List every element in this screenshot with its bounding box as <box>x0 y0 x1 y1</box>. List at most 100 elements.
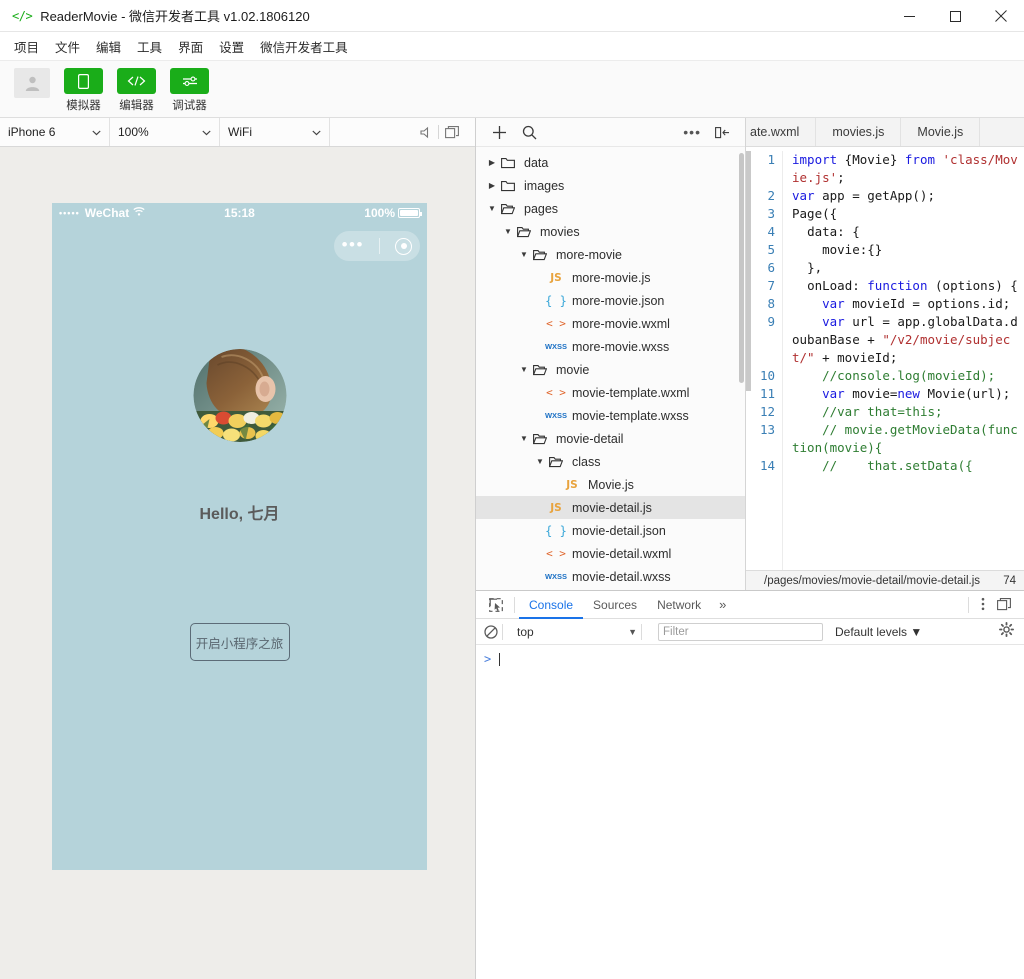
clear-console-icon[interactable] <box>484 624 498 639</box>
user-photo-avatar <box>193 349 286 442</box>
chevron-down-icon[interactable]: ▼ <box>518 434 530 443</box>
code-line: //console.log(movieId); <box>822 368 996 383</box>
tab-sources[interactable]: Sources <box>583 591 647 619</box>
window-controls <box>886 0 1024 32</box>
editor-tab-bar[interactable]: ate.wxml movies.js Movie.js <box>746 118 1024 147</box>
code-line: // that.setData({ <box>822 458 973 473</box>
close-icon[interactable] <box>978 0 1024 32</box>
code-line: movie:{} <box>792 242 883 257</box>
console-filter-input[interactable]: Filter <box>658 622 823 641</box>
tree-item-label: movies <box>540 224 580 239</box>
devtools-tab-bar: Console Sources Network » <box>476 591 1024 619</box>
tree-file-row[interactable]: ▶JSmore-movie.js <box>476 266 745 289</box>
js-file-icon: JS <box>550 501 562 514</box>
editor-tab[interactable]: movies.js <box>816 118 902 146</box>
code-line: onLoad: function (options) { <box>792 278 1018 293</box>
tab-network[interactable]: Network <box>647 591 711 619</box>
tree-folder-row[interactable]: ▶ images <box>476 174 745 197</box>
search-icon[interactable] <box>514 125 544 140</box>
tree-file-row[interactable]: ▶< >movie-template.wxml <box>476 381 745 404</box>
collapse-panel-icon[interactable] <box>707 126 737 139</box>
detach-window-icon[interactable] <box>439 125 465 139</box>
inspect-element-icon[interactable] <box>482 597 510 612</box>
tree-folder-row[interactable]: ▼ pages <box>476 197 745 220</box>
code-editor-pane: ate.wxml movies.js Movie.js 1 2 3 4 5 6 7 8 9 10 11 1… <box>746 118 1024 590</box>
kebab-menu-icon[interactable] <box>973 597 993 613</box>
wechat-capsule-buttons[interactable]: ••• <box>334 231 420 261</box>
tree-file-row[interactable]: ▶WXSSmovie-template.wxss <box>476 404 745 427</box>
toolbar-simulator-toggle[interactable]: 模拟器 <box>64 68 103 113</box>
file-tree-scrollbar[interactable] <box>739 153 744 383</box>
gear-icon[interactable] <box>998 621 1015 642</box>
speaker-icon[interactable] <box>412 126 438 139</box>
folder-closed-icon <box>498 157 518 169</box>
code-area[interactable]: 1 2 3 4 5 6 7 8 9 10 11 12 13 14 import {Movie} from … <box>746 147 1024 570</box>
tree-folder-row[interactable]: ▼ movie-detail <box>476 427 745 450</box>
maximize-icon[interactable] <box>932 0 978 32</box>
tree-file-row[interactable]: ▶WXSSmovie-detail.wxss <box>476 565 745 588</box>
devtools-panel: Console Sources Network » top ▼ Filter D… <box>476 590 1024 979</box>
tab-console[interactable]: Console <box>519 591 583 619</box>
tree-file-row[interactable]: ▶< >more-movie.wxml <box>476 312 745 335</box>
folder-open-icon <box>514 226 534 238</box>
devtools-overflow-icon[interactable]: » <box>711 597 734 612</box>
sliders-icon <box>170 68 209 94</box>
code-content[interactable]: import {Movie} from 'class/Movie.js'; var… <box>782 151 1024 570</box>
chevron-down-icon[interactable]: ▼ <box>502 227 514 236</box>
tree-folder-row[interactable]: ▼ movie <box>476 358 745 381</box>
simulator-stage: ••••• WeChat 15:18 100% ••• Hello, 七月 开启… <box>0 147 475 979</box>
file-tree[interactable]: ▶data▶images▼pages▼movies▼more-movie▶JSm… <box>476 147 745 590</box>
main-body: iPhone 6 100% WiFi ••••• WeChat 15:18 10… <box>0 118 1024 979</box>
tree-file-row[interactable]: ▶JSmovie-detail.js <box>476 496 745 519</box>
network-select[interactable]: WiFi <box>220 118 330 146</box>
tree-file-row[interactable]: ▶{ }movie-detail.json <box>476 519 745 542</box>
editor-tab[interactable]: Movie.js <box>901 118 981 146</box>
dock-panel-icon[interactable] <box>993 598 1016 611</box>
target-circle-icon[interactable] <box>395 237 413 255</box>
toolbar-editor-toggle[interactable]: 编辑器 <box>117 68 156 113</box>
toolbar-debugger-toggle[interactable]: 调试器 <box>170 68 209 113</box>
editor-scrollbar[interactable] <box>746 151 751 391</box>
user-avatar-icon[interactable] <box>14 68 50 98</box>
chevron-right-icon[interactable]: ▶ <box>486 158 498 167</box>
code-line: }, <box>792 260 823 275</box>
minimize-icon[interactable] <box>886 0 932 32</box>
chevron-down-icon[interactable]: ▼ <box>534 457 546 466</box>
plus-icon[interactable] <box>484 125 514 140</box>
editor-tab[interactable]: ate.wxml <box>746 118 817 146</box>
js-file-icon: JS <box>566 478 578 491</box>
tree-file-row[interactable]: ▶{ }more-movie.json <box>476 289 745 312</box>
tree-folder-row[interactable]: ▶ data <box>476 151 745 174</box>
start-journey-button[interactable]: 开启小程序之旅 <box>189 623 290 661</box>
menu-item-tools[interactable]: 工具 <box>129 33 170 60</box>
device-select[interactable]: iPhone 6 <box>0 118 110 146</box>
editor-status-bar: /pages/movies/movie-detail/movie-detail.… <box>746 570 1024 590</box>
menu-item-settings[interactable]: 设置 <box>211 33 252 60</box>
tree-file-row[interactable]: ▶< >movie-detail.wxml <box>476 542 745 565</box>
zoom-select-value: 100% <box>118 125 149 139</box>
menu-item-project[interactable]: 项目 <box>6 33 47 60</box>
chevron-down-icon[interactable]: ▼ <box>518 250 530 259</box>
console-context-select[interactable]: top ▼ <box>517 625 637 639</box>
chevron-down-icon[interactable]: ▼ <box>486 204 498 213</box>
tree-folder-row[interactable]: ▼ movies <box>476 220 745 243</box>
menu-item-devtools[interactable]: 微信开发者工具 <box>252 33 356 60</box>
editor-body[interactable]: 1 2 3 4 5 6 7 8 9 10 11 12 13 14 import {Movie} from … <box>746 147 1024 570</box>
ellipsis-icon[interactable]: ••• <box>683 124 707 140</box>
tree-file-row[interactable]: ▶JSMovie.js <box>476 473 745 496</box>
tree-file-row[interactable]: ▶WXSSmore-movie.wxss <box>476 335 745 358</box>
tree-folder-row[interactable]: ▼ more-movie <box>476 243 745 266</box>
chevron-right-icon[interactable]: ▶ <box>486 181 498 190</box>
phone-screen[interactable]: ••••• WeChat 15:18 100% ••• Hello, 七月 开启… <box>52 203 427 870</box>
menu-item-file[interactable]: 文件 <box>47 33 88 60</box>
console-output[interactable]: > <box>476 645 1024 979</box>
menu-item-edit[interactable]: 编辑 <box>88 33 129 60</box>
chevron-down-icon[interactable]: ▼ <box>518 365 530 374</box>
line-number: 12 <box>759 404 775 419</box>
zoom-select[interactable]: 100% <box>110 118 220 146</box>
tree-item-label: more-movie <box>556 247 622 262</box>
tree-folder-row[interactable]: ▼ class <box>476 450 745 473</box>
console-levels-select[interactable]: Default levels ▼ <box>835 625 922 639</box>
menu-item-interface[interactable]: 界面 <box>170 33 211 60</box>
console-prompt[interactable]: > <box>476 650 1024 668</box>
